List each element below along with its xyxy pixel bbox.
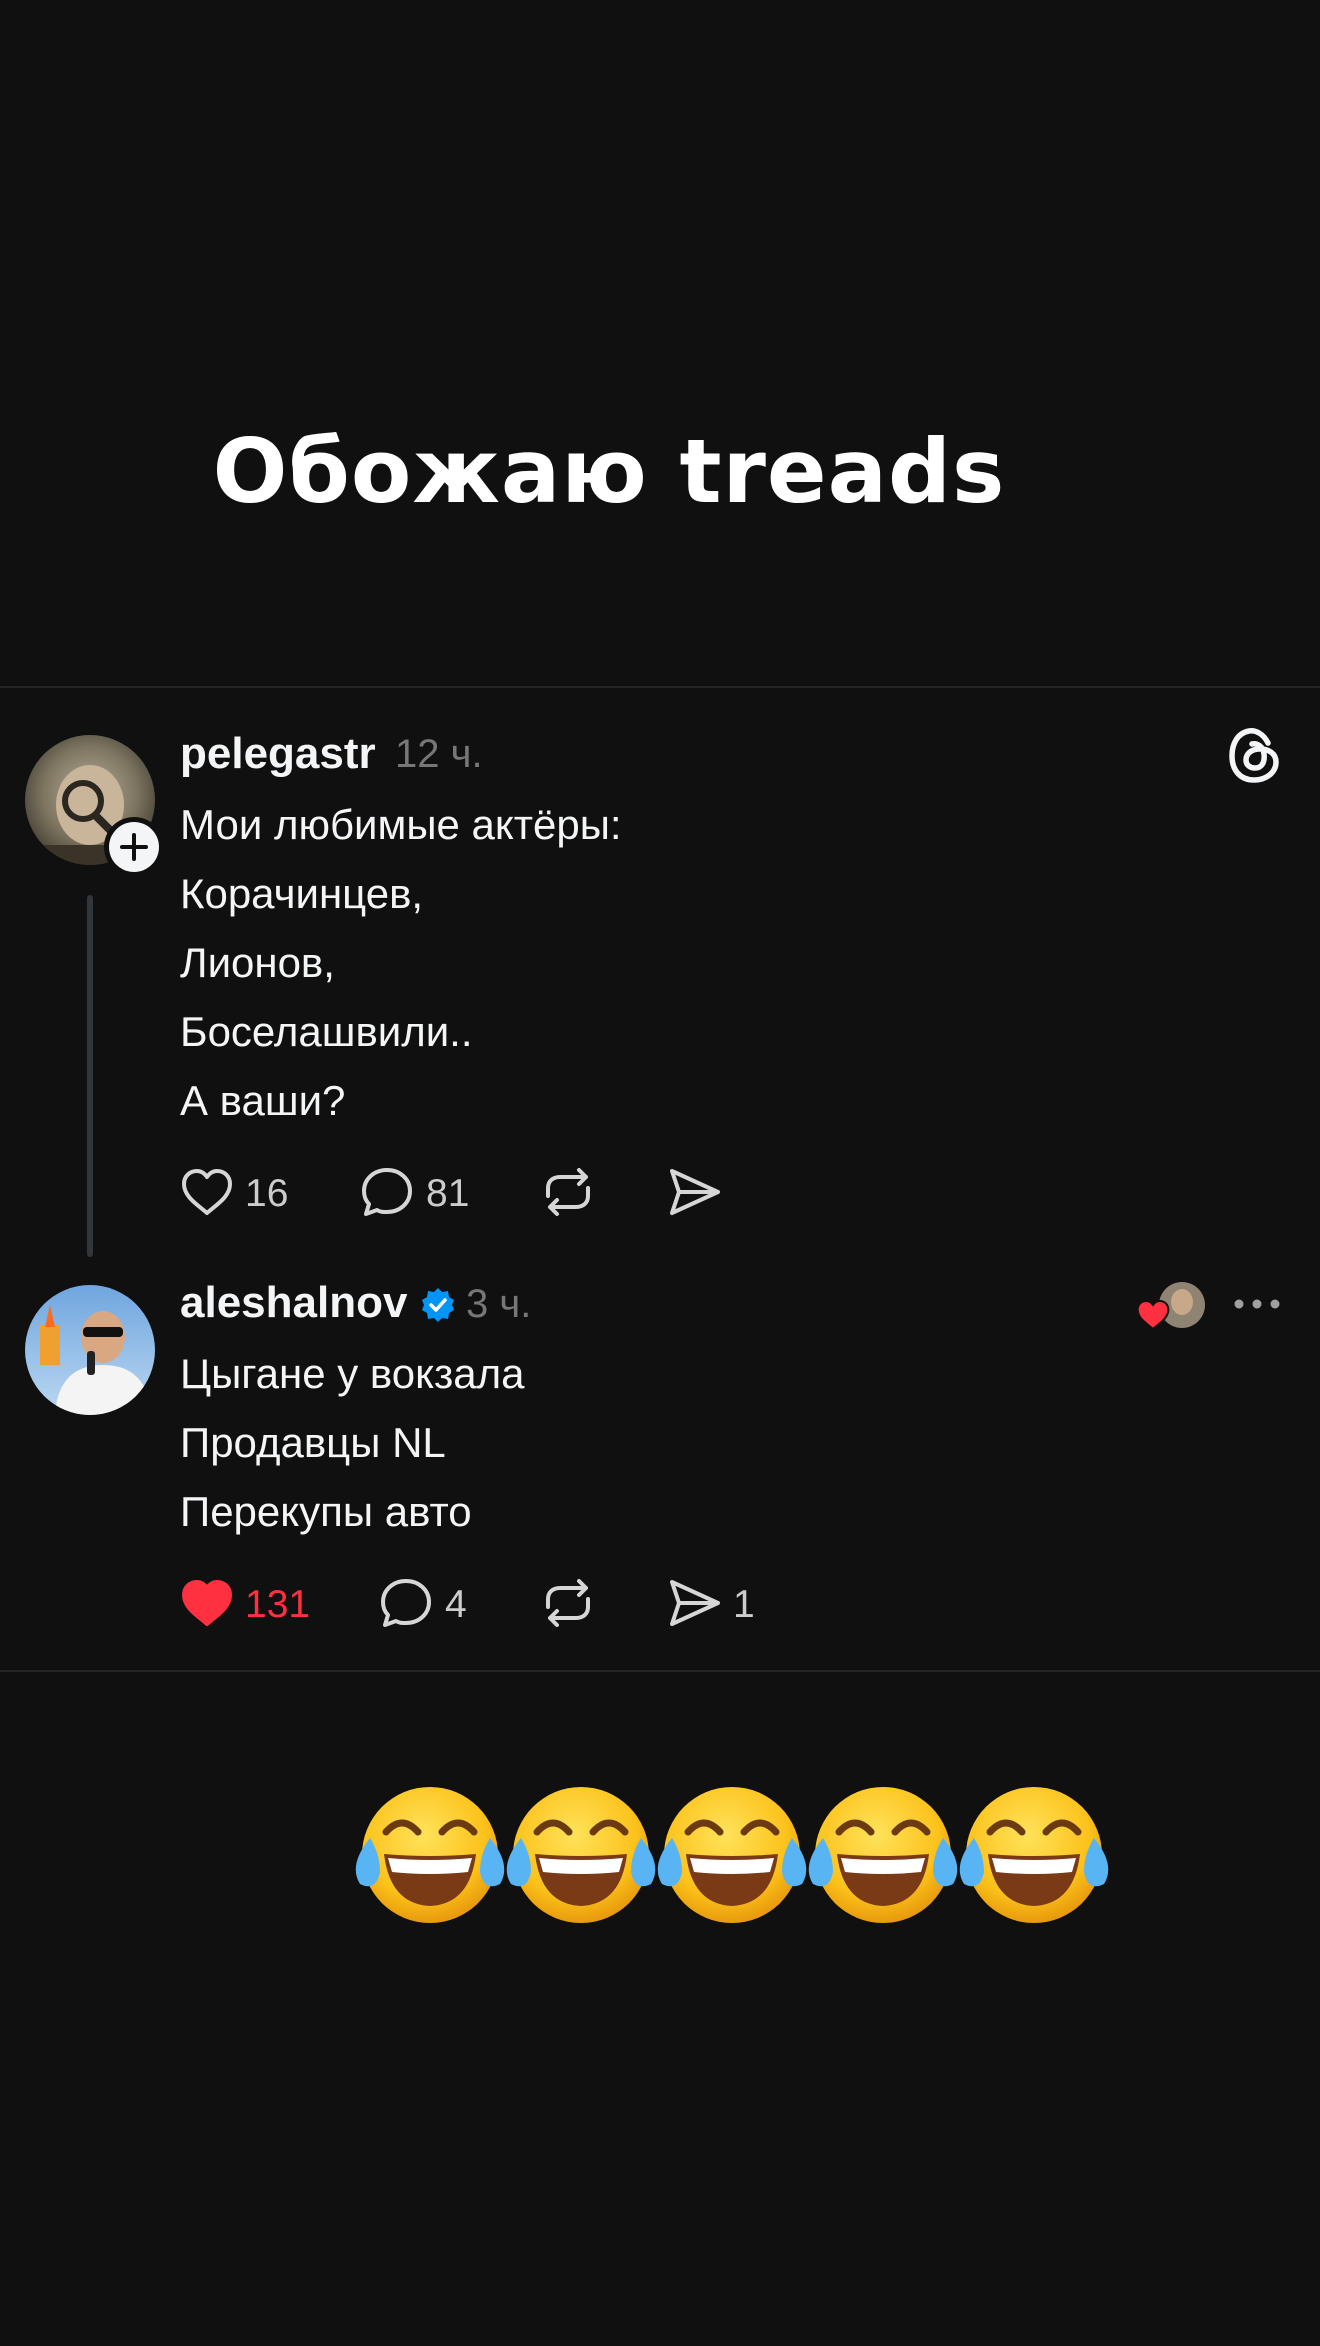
username[interactable]: aleshalnov: [180, 1278, 407, 1328]
username[interactable]: pelegastr: [180, 729, 376, 779]
tears-of-joy-emoji: [506, 1787, 656, 1923]
tears-of-joy-emoji: [959, 1787, 1109, 1923]
post-text-line: Лионов,: [180, 939, 335, 986]
post-text-line: Мои любимые актёры:: [180, 801, 622, 848]
share-button[interactable]: [667, 1166, 723, 1218]
avatar-aleshalnov[interactable]: [25, 1285, 155, 1415]
tears-of-joy-emoji: [808, 1787, 958, 1923]
heart-icon: [1135, 1298, 1171, 1332]
like-button[interactable]: [180, 1167, 234, 1217]
repost-button[interactable]: [540, 1166, 596, 1218]
reply-count: 81: [426, 1172, 470, 1215]
tears-of-joy-emoji: [355, 1787, 505, 1923]
post-time: 12 ч.: [395, 732, 483, 776]
post-text-line: Продавцы NL: [180, 1419, 446, 1466]
post-time: 3 ч.: [466, 1282, 532, 1326]
plus-icon: [120, 833, 148, 861]
heart-icon: [182, 1169, 232, 1215]
thread-connector-line: [87, 895, 93, 1257]
repost-icon: [546, 1168, 590, 1216]
share-count: 1: [733, 1583, 755, 1626]
more-dots-icon[interactable]: [1232, 1296, 1282, 1312]
follow-button[interactable]: [104, 817, 164, 877]
reply-button[interactable]: [379, 1577, 433, 1629]
verified-badge-icon: [419, 1286, 457, 1324]
emoji-group: [355, 1787, 1109, 1923]
heart-icon: [182, 1580, 232, 1626]
post-text-line: Боселашвили..: [180, 1008, 473, 1055]
avatar-photo: [25, 1285, 155, 1415]
like-button[interactable]: [180, 1578, 234, 1628]
paper-plane-icon: [670, 1580, 720, 1626]
tears-of-joy-emoji: [657, 1787, 807, 1923]
top-divider: [0, 686, 1320, 688]
post-text-line: А ваши?: [180, 1077, 346, 1124]
bottom-divider: [0, 1670, 1320, 1672]
paper-plane-icon: [670, 1169, 720, 1215]
emoji-row: [355, 1780, 1115, 1930]
threads-logo-icon[interactable]: [1227, 725, 1283, 785]
like-count: 131: [245, 1583, 311, 1626]
like-count: 16: [245, 1172, 289, 1215]
post-text-line: Корачинцев,: [180, 870, 424, 917]
speech-bubble-icon: [362, 1168, 412, 1216]
post-text-line: Перекупы авто: [180, 1488, 472, 1535]
reply-count: 4: [445, 1583, 467, 1626]
post-text-line: Цыгане у вокзала: [180, 1350, 525, 1397]
speech-bubble-icon: [381, 1579, 431, 1627]
repost-button[interactable]: [540, 1577, 596, 1629]
reply-button[interactable]: [360, 1166, 414, 1218]
share-button[interactable]: [667, 1577, 723, 1629]
headline: Обожаю treads: [212, 420, 1006, 523]
repost-icon: [546, 1579, 590, 1627]
